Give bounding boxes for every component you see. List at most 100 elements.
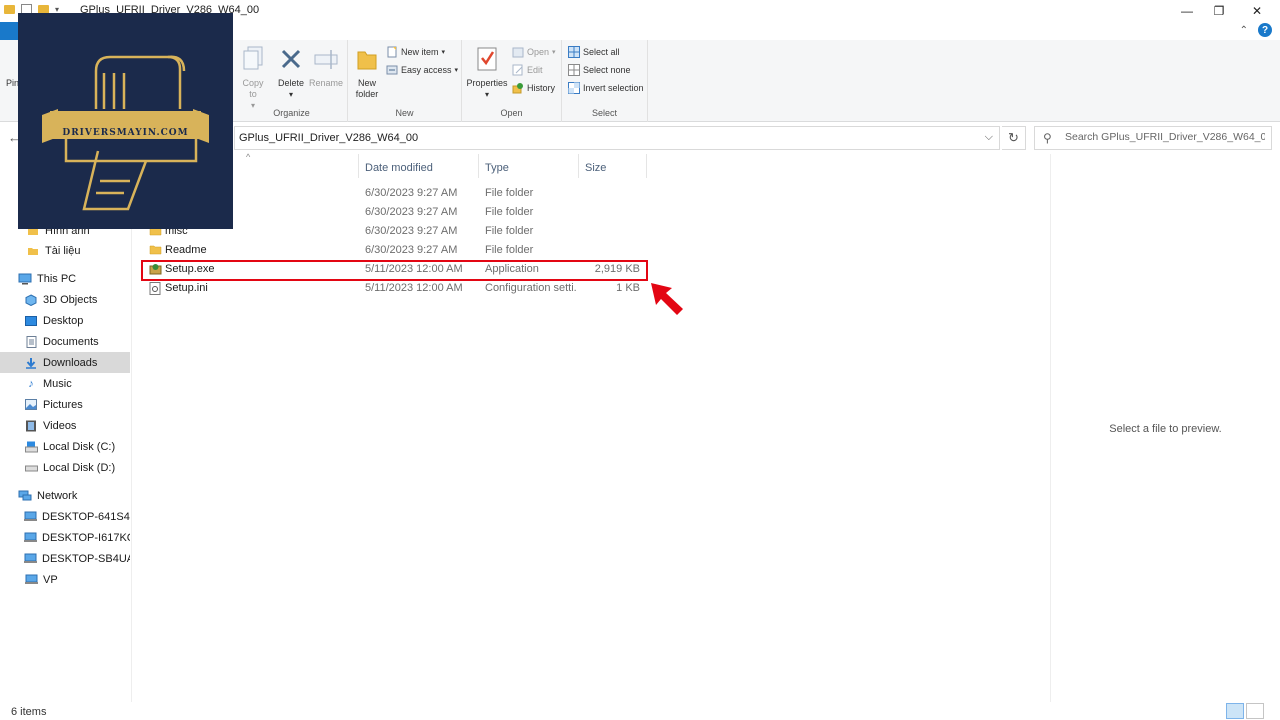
nav-item-vp[interactable]: VP: [0, 569, 130, 590]
nav-item-local-disk-c[interactable]: Local Disk (C:): [0, 436, 130, 457]
search-input[interactable]: [1065, 131, 1265, 143]
select-group: Select all Select none Invert selection …: [562, 40, 648, 122]
nav-item-tai-lieu[interactable]: Tài liệu: [0, 240, 130, 261]
address-bar[interactable]: GPlus_UFRII_Driver_V286_W64_00 ⌵: [234, 126, 1000, 150]
select-all-button[interactable]: Select all: [568, 44, 620, 60]
organize-group: Copy to ▾ Delete ▾ Rename Organize: [236, 40, 348, 122]
printer-logo-icon: [42, 55, 209, 211]
nav-item-desktop[interactable]: Desktop: [0, 310, 130, 331]
pictures-icon: [24, 399, 38, 411]
computer-icon: [24, 574, 38, 586]
properties-icon: [473, 44, 501, 74]
logo-text: DRIVERSMAYIN.COM: [62, 128, 189, 138]
computer-icon: [24, 532, 37, 544]
rename-button[interactable]: Rename: [308, 44, 344, 89]
new-item-button[interactable]: New item ▾: [386, 44, 445, 60]
invert-selection-icon: [568, 82, 580, 94]
column-header-date[interactable]: Date modified: [365, 158, 433, 178]
copy-to-button[interactable]: Copy to ▾: [240, 44, 266, 111]
new-group: New folder New item ▾ Easy access ▾ New: [348, 40, 462, 122]
large-icons-view-icon[interactable]: [1246, 703, 1264, 719]
chevron-up-icon[interactable]: ⌃: [1240, 25, 1248, 36]
address-path[interactable]: GPlus_UFRII_Driver_V286_W64_00: [239, 132, 418, 144]
system-drive-icon: [24, 441, 38, 453]
open-button[interactable]: Open ▾: [512, 44, 556, 60]
music-note-icon: ♪: [28, 377, 34, 390]
column-separator[interactable]: [358, 154, 359, 178]
new-item-icon: [386, 46, 398, 58]
config-file-icon: [149, 282, 162, 295]
driversmayin-logo: DRIVERSMAYIN.COM: [18, 13, 233, 229]
download-arrow-icon: [24, 357, 38, 369]
column-separator[interactable]: [646, 154, 647, 178]
delete-button[interactable]: Delete ▾: [276, 44, 306, 100]
help-icon[interactable]: ?: [1258, 23, 1272, 37]
chevron-down-icon[interactable]: ⌵: [985, 131, 993, 144]
item-count: 6 items: [11, 706, 47, 718]
computer-icon: [24, 511, 37, 523]
open-group: Properties ▾ Open ▾ Edit History Open: [462, 40, 562, 122]
folder-icon: [4, 5, 15, 14]
history-button[interactable]: History: [512, 80, 555, 96]
drive-icon: [24, 462, 38, 474]
documents-icon: [24, 335, 38, 348]
nav-item-music[interactable]: ♪ Music: [0, 373, 130, 394]
nav-item-pictures[interactable]: Pictures: [0, 394, 130, 415]
easy-access-button[interactable]: Easy access ▾: [386, 62, 458, 78]
folder-icon: [149, 244, 162, 256]
column-header-size[interactable]: Size: [585, 158, 606, 178]
navigation-pane: Hình ảnh Tài liệu This PC 3D Objects Des…: [0, 154, 132, 702]
3d-objects-icon: [24, 293, 38, 306]
edit-button[interactable]: Edit: [512, 62, 543, 78]
select-none-button[interactable]: Select none: [568, 62, 631, 78]
close-button[interactable]: ✕: [1234, 0, 1280, 22]
new-group-label: New: [395, 108, 414, 118]
computer-icon: [18, 273, 32, 285]
red-pointer-arrow-icon: [651, 283, 683, 315]
refresh-icon[interactable]: ↻: [1002, 126, 1026, 150]
file-row-readme[interactable]: Readme 6/30/2023 9:27 AM File folder: [140, 241, 648, 260]
history-icon: [512, 82, 524, 94]
highlight-box: [141, 260, 648, 281]
select-all-icon: [568, 46, 580, 58]
details-view-icon[interactable]: [1226, 703, 1244, 719]
copy-to-icon: [239, 44, 267, 74]
preview-placeholder: Select a file to preview.: [1109, 423, 1222, 435]
nav-item-desktop-641s4ne[interactable]: DESKTOP-641S4NE: [0, 506, 130, 527]
organize-group-label: Organize: [273, 108, 310, 118]
nav-item-videos[interactable]: Videos: [0, 415, 130, 436]
edit-icon: [512, 64, 524, 76]
computer-icon: [24, 553, 37, 565]
status-bar: 6 items: [0, 702, 1280, 720]
invert-selection-button[interactable]: Invert selection: [568, 80, 644, 96]
desktop-icon: [24, 315, 38, 327]
nav-item-downloads[interactable]: Downloads: [0, 352, 130, 373]
nav-item-desktop-i617kca[interactable]: DESKTOP-I617KCA: [0, 527, 130, 548]
search-box[interactable]: ⚲: [1034, 126, 1272, 150]
properties-button[interactable]: Properties ▾: [466, 44, 508, 100]
nav-item-3d-objects[interactable]: 3D Objects: [0, 289, 130, 310]
column-separator[interactable]: [478, 154, 479, 178]
network-icon: [18, 490, 32, 502]
search-icon: ⚲: [1043, 131, 1052, 145]
open-group-label: Open: [500, 108, 523, 118]
delete-icon: [277, 44, 305, 74]
select-group-label: Select: [591, 108, 617, 118]
folder-icon: [26, 245, 40, 257]
nav-item-documents[interactable]: Documents: [0, 331, 130, 352]
nav-item-desktop-sb4ua2g[interactable]: DESKTOP-SB4UA2G: [0, 548, 130, 569]
sort-arrow-icon: ^: [246, 152, 251, 162]
new-folder-icon: [353, 44, 381, 74]
nav-item-local-disk-d[interactable]: Local Disk (D:): [0, 457, 130, 478]
rename-icon: [312, 44, 340, 74]
new-folder-button[interactable]: New folder: [352, 44, 382, 100]
nav-item-this-pc[interactable]: This PC: [0, 268, 130, 289]
column-header-type[interactable]: Type: [485, 158, 509, 178]
easy-access-icon: [386, 64, 398, 76]
nav-item-network[interactable]: Network: [0, 485, 130, 506]
file-row-setup-ini[interactable]: Setup.ini 5/11/2023 12:00 AM Configurati…: [140, 279, 648, 298]
film-icon: [24, 420, 38, 432]
open-icon: [512, 46, 524, 58]
column-separator[interactable]: [578, 154, 579, 178]
select-none-icon: [568, 64, 580, 76]
